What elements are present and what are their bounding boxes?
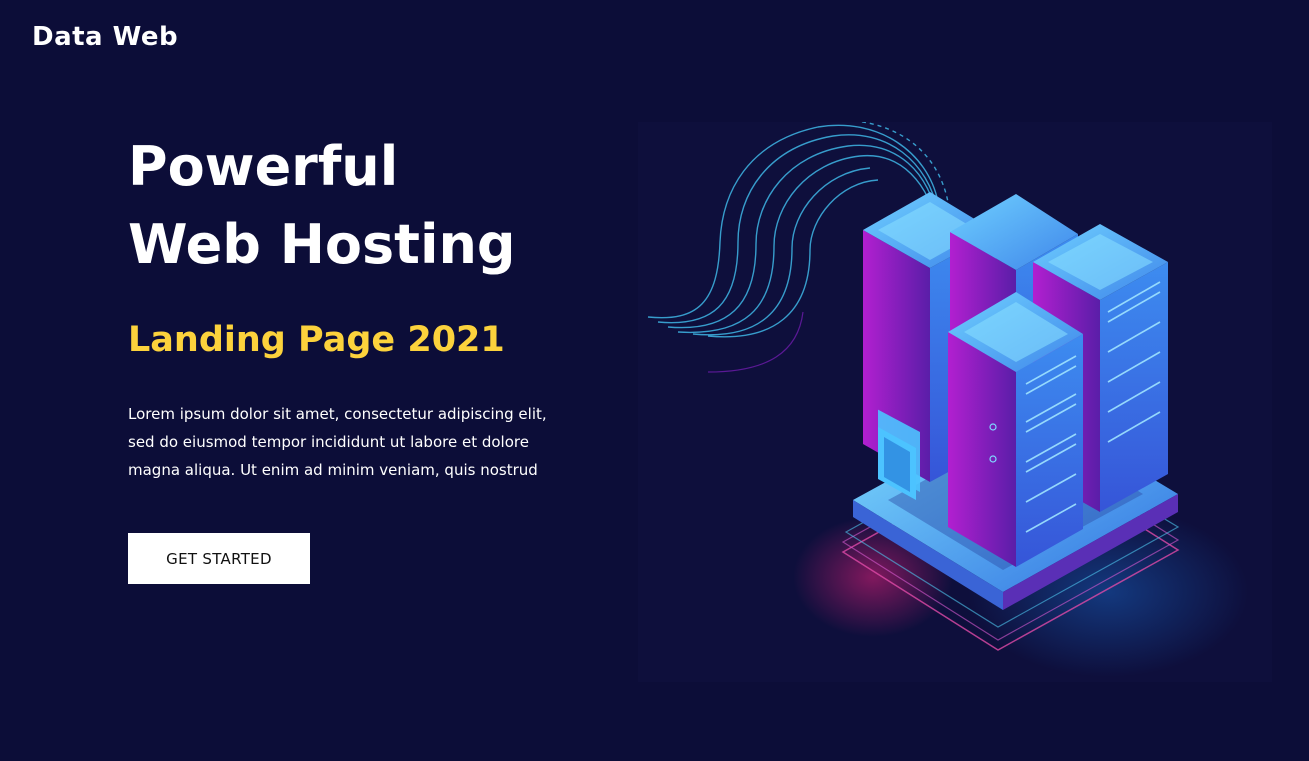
hero-description-line1: Lorem ipsum dolor sit amet, consectetur … — [128, 405, 547, 423]
hero-description-line2: sed do eiusmod tempor incididunt ut labo… — [128, 433, 529, 451]
get-started-button[interactable]: GET STARTED — [128, 533, 310, 584]
logo[interactable]: Data Web — [32, 22, 178, 52]
hero-description-line3: magna aliqua. Ut enim ad minim veniam, q… — [128, 461, 538, 479]
server-rack-illustration-icon — [647, 122, 1248, 677]
hero-description: Lorem ipsum dolor sit amet, consectetur … — [128, 400, 548, 484]
hero-section: Powerful Web Hosting Landing Page 2021 L… — [128, 128, 598, 484]
hero-headline-line2: Web Hosting — [128, 213, 516, 276]
hero-subheadline: Landing Page 2021 — [128, 320, 505, 360]
hero-headline: Powerful Web Hosting — [128, 128, 598, 284]
hero-headline-line1: Powerful — [128, 135, 399, 198]
server-illustration — [638, 122, 1272, 682]
